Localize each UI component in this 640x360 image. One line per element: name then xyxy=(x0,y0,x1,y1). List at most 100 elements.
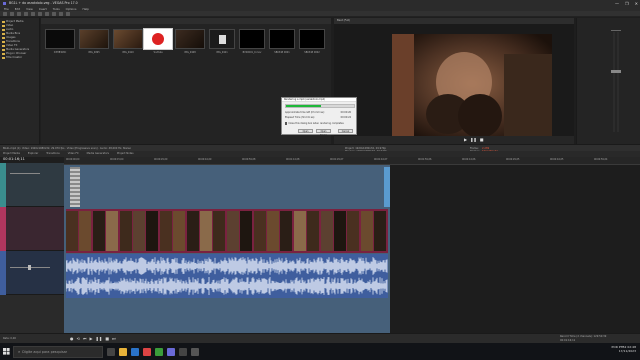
close-when-done-checkbox[interactable] xyxy=(285,122,288,125)
video-frame-thumb xyxy=(173,211,186,251)
app-icon[interactable] xyxy=(191,347,199,356)
media-thumbnail[interactable] xyxy=(269,29,295,49)
video-frame-thumb xyxy=(347,211,360,251)
store-icon[interactable] xyxy=(155,347,163,356)
folder-icon xyxy=(2,28,5,32)
taskbar-search[interactable]: ⌕ Digite aqui para pesquisar xyxy=(13,345,103,358)
tree-item[interactable]: Title Creator xyxy=(2,56,37,60)
menu-file[interactable]: File xyxy=(4,7,9,11)
volume-slider-handle[interactable] xyxy=(28,265,31,270)
render-icon[interactable] xyxy=(24,11,28,16)
open-folder-button[interactable]: Open Folder xyxy=(316,129,331,137)
video-frame-thumb xyxy=(293,211,306,251)
timeline-ruler[interactable]: 00:00:00;00 00:00:15;00 00:00:29;29 00:00:4… xyxy=(64,157,640,165)
folder-icon xyxy=(2,56,5,60)
new-project-icon[interactable] xyxy=(3,11,7,16)
play-button-icon[interactable]: ▶ xyxy=(464,137,467,142)
time-left-value: 00:00:26 xyxy=(340,111,351,114)
audio-event[interactable] xyxy=(65,254,388,298)
media-label: YouTube xyxy=(153,51,163,54)
fader-handle[interactable] xyxy=(611,70,621,73)
task-view-icon[interactable] xyxy=(107,347,115,356)
track-header-video-2[interactable] xyxy=(0,207,64,251)
media-thumbnail[interactable] xyxy=(175,29,205,49)
track-header-video[interactable] xyxy=(0,163,64,207)
copy-icon[interactable] xyxy=(45,11,49,16)
edge-icon[interactable] xyxy=(131,347,139,356)
video-event-title[interactable] xyxy=(70,167,80,207)
timeline-area[interactable] xyxy=(64,165,390,333)
properties-icon[interactable] xyxy=(31,11,35,16)
menu-view[interactable]: View xyxy=(26,7,33,11)
render-progress-fill xyxy=(286,105,322,107)
media-label: IMG_4921 xyxy=(216,51,228,54)
open-button[interactable]: Open xyxy=(298,129,313,133)
tree-item-label: Title Creator xyxy=(6,56,23,59)
media-label: BVS0001_0.mov xyxy=(242,51,262,54)
pause-button-icon[interactable]: ❚❚ xyxy=(470,137,477,142)
media-thumbnail[interactable] xyxy=(79,29,109,49)
video-frame-image xyxy=(392,34,552,144)
maximize-button[interactable]: ❐ xyxy=(625,1,629,6)
media-thumbnail-selected[interactable] xyxy=(143,28,173,50)
menu-tools[interactable]: Tools xyxy=(53,7,60,11)
menu-insert[interactable]: Insert xyxy=(39,7,47,11)
video-frame-thumb xyxy=(186,211,199,251)
tab-explorer[interactable]: Explorer xyxy=(28,151,38,157)
elapsed-time-label: Elapsed Time (hh:mm:ss): xyxy=(285,116,315,119)
video-frame-thumb xyxy=(79,211,92,251)
video-frame-thumb xyxy=(280,211,293,251)
menu-edit[interactable]: Edit xyxy=(15,7,20,11)
tab-transitions[interactable]: Transitions xyxy=(46,151,59,157)
folder-icon xyxy=(2,40,5,44)
windows-logo-icon xyxy=(3,348,10,355)
ruler-label: 00:00:00;00 xyxy=(66,158,80,161)
chrome-icon[interactable] xyxy=(143,347,151,356)
level-slider[interactable] xyxy=(10,173,40,174)
folder-icon xyxy=(2,44,5,48)
track-color-bar xyxy=(0,251,6,295)
ruler-label: 00:01:59;26 xyxy=(418,158,432,161)
redo-icon[interactable] xyxy=(66,11,70,16)
media-thumbnail[interactable] xyxy=(113,29,143,49)
media-label: D3HBTA8C xyxy=(53,51,67,54)
meter-left xyxy=(613,32,615,132)
ruler-label: 00:00:59;28 xyxy=(242,158,256,161)
video-frame-thumb xyxy=(66,211,78,251)
preview-header[interactable]: Best (Full) xyxy=(334,18,574,24)
menu-options[interactable]: Options xyxy=(66,7,77,11)
menu-help[interactable]: Help xyxy=(82,7,88,11)
undo-icon[interactable] xyxy=(59,11,63,16)
stop-button-icon[interactable]: ■ xyxy=(480,137,484,142)
save-icon[interactable] xyxy=(17,11,21,16)
vegas-icon[interactable] xyxy=(167,347,175,356)
close-when-done-option[interactable]: Close this dialog box when rendering com… xyxy=(285,122,344,125)
media-thumbnail[interactable] xyxy=(239,29,265,49)
ruler-label: 00:00:29;29 xyxy=(154,158,168,161)
video-frame-thumb xyxy=(267,211,279,251)
paste-icon[interactable] xyxy=(52,11,56,16)
master-bus-panel xyxy=(576,18,640,144)
media-bin-header xyxy=(41,18,331,24)
media-thumbnail[interactable] xyxy=(299,29,325,49)
ruler-label: 00:01:14;28 xyxy=(286,158,300,161)
system-tray[interactable]: POR PTB2 02:48 17/11/2023 xyxy=(612,345,636,353)
close-button[interactable]: ✕ xyxy=(635,1,638,6)
media-thumbnail[interactable] xyxy=(45,29,75,49)
file-explorer-icon[interactable] xyxy=(119,347,127,356)
app-icon[interactable] xyxy=(179,347,187,356)
video-event-main[interactable] xyxy=(66,209,388,253)
open-icon[interactable] xyxy=(10,11,14,16)
elapsed-time-value: 00:00:24 xyxy=(340,116,351,119)
timeline-empty-area[interactable] xyxy=(390,165,640,333)
start-button[interactable] xyxy=(0,343,13,360)
cancel-button[interactable]: Cancel xyxy=(338,129,353,133)
cut-icon[interactable] xyxy=(38,11,42,16)
track-header-audio[interactable] xyxy=(0,251,64,295)
video-frame-thumb xyxy=(307,211,320,251)
media-thumbnail[interactable] xyxy=(209,29,235,49)
media-label: IMG_4910 xyxy=(122,51,134,54)
minimize-button[interactable]: — xyxy=(615,1,619,6)
record-logo-icon xyxy=(152,33,164,45)
render-progress-bar xyxy=(285,104,355,108)
